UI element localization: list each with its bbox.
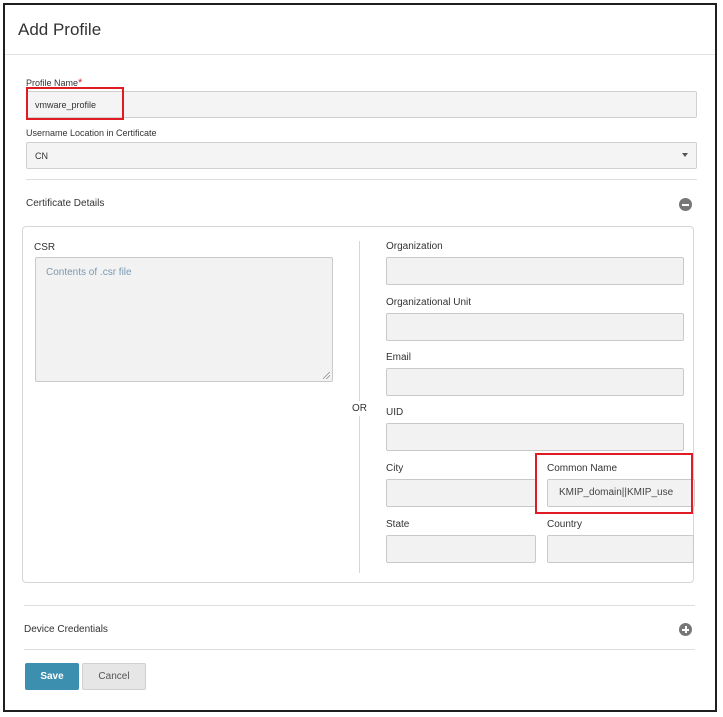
uid-label: UID xyxy=(386,407,404,418)
required-marker: * xyxy=(78,77,83,89)
state-input[interactable] xyxy=(386,535,536,563)
username-location-label: Username Location in Certificate xyxy=(26,128,157,138)
uid-input[interactable] xyxy=(386,423,684,451)
organizational-unit-label: Organizational Unit xyxy=(386,297,472,308)
country-input[interactable] xyxy=(547,535,694,563)
state-label: State xyxy=(386,519,410,530)
certificate-details-panel: CSR Contents of .csr file OR Organizatio… xyxy=(22,226,695,583)
resize-handle-icon[interactable] xyxy=(323,372,330,379)
profile-name-input[interactable]: vmware_profile xyxy=(26,91,697,118)
divider xyxy=(24,649,695,650)
organizational-unit-input[interactable] xyxy=(386,313,684,341)
common-name-input[interactable]: KMIP_domain||KMIP_use xyxy=(547,479,695,507)
common-name-label: Common Name xyxy=(547,463,618,474)
csr-textarea[interactable]: Contents of .csr file xyxy=(35,257,333,382)
email-input[interactable] xyxy=(386,368,684,396)
organization-label: Organization xyxy=(386,241,443,252)
device-credentials-title: Device Credentials xyxy=(24,624,108,635)
username-location-select[interactable]: CN xyxy=(26,142,697,169)
organization-input[interactable] xyxy=(386,257,684,285)
dialog-title: Add Profile xyxy=(18,20,102,39)
divider xyxy=(24,605,695,606)
email-label: Email xyxy=(386,352,412,363)
save-button[interactable]: Save xyxy=(25,663,79,690)
certificate-details-title: Certificate Details xyxy=(26,198,105,209)
profile-name-label: Profile Name* xyxy=(26,77,83,89)
cancel-button[interactable]: Cancel xyxy=(82,663,146,690)
chevron-down-icon xyxy=(682,153,688,157)
minus-circle-icon[interactable] xyxy=(679,198,692,211)
divider xyxy=(26,179,697,180)
city-input[interactable] xyxy=(386,479,536,507)
plus-circle-icon[interactable] xyxy=(679,623,692,636)
csr-label: CSR xyxy=(34,242,56,253)
city-label: City xyxy=(386,463,404,474)
country-label: Country xyxy=(547,519,583,530)
dialog-header: Add Profile xyxy=(5,5,715,55)
or-label: OR xyxy=(352,401,367,416)
